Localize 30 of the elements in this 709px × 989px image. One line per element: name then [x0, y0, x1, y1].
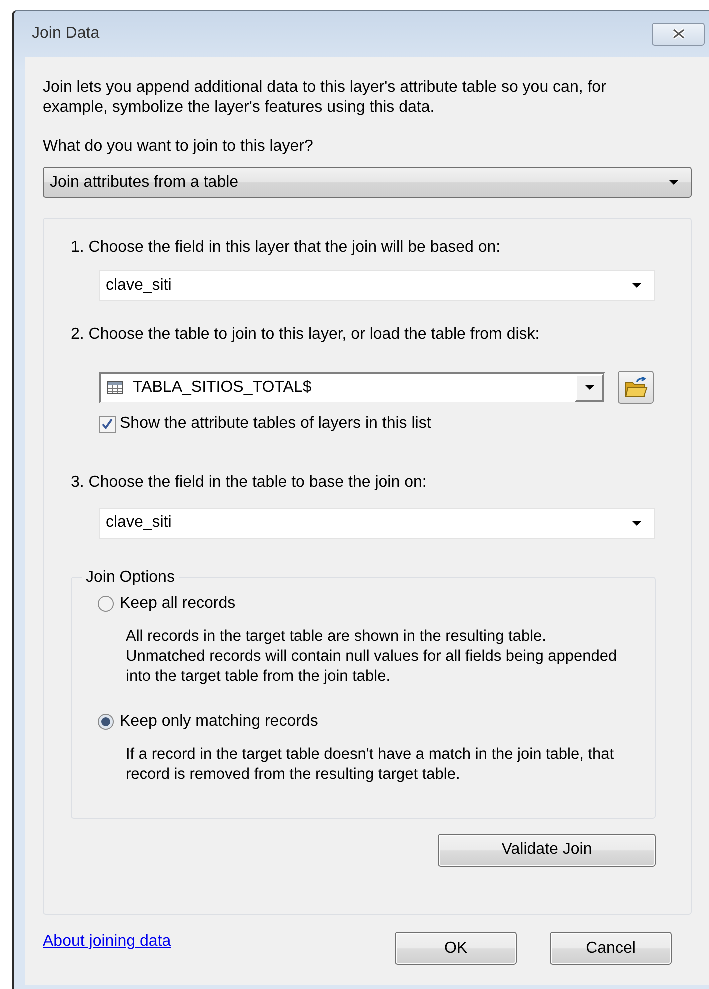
radio-option[interactable]: Keep only matching records	[98, 712, 318, 730]
dropdown[interactable]: clave_siti	[99, 508, 655, 538]
dialog-button[interactable]: OK	[395, 932, 517, 965]
checked-checkbox-icon	[99, 416, 116, 432]
dialog-button[interactable]: Cancel	[550, 932, 672, 965]
dropdown-arrow-icon	[669, 180, 679, 185]
step-label: 3. Choose the field in the table to base the join on:	[71, 474, 428, 492]
option-description: If a record in the target table doesn't have a match in the join table, that record is removed from the resulting target table.	[126, 744, 616, 784]
dropdown-arrow-icon	[584, 385, 594, 390]
validate-join-button[interactable]: Validate Join	[438, 834, 656, 866]
question-label: What do you want to join to this layer?	[43, 138, 314, 156]
folder-icon	[624, 377, 648, 398]
dropdown[interactable]: TABLA_SITIOS_TOTAL$	[99, 372, 606, 404]
help-link[interactable]: About joining data	[43, 933, 172, 951]
step-label: 1. Choose the field in this layer that the join will be based on:	[71, 239, 502, 257]
group-title: Join Options	[85, 568, 176, 586]
table-icon	[107, 381, 123, 394]
step-label: 2. Choose the table to join to this layer, or load the table from disk:	[71, 326, 541, 344]
option-description: All records in the target table are shown in the resulting table. Unmatched records will contain null values for all fields being appended into the target table from the join table.	[126, 626, 618, 686]
dropdown-arrow-icon	[632, 520, 642, 526]
dropdown[interactable]: Join attributes from a table	[43, 167, 692, 198]
open-folder-button[interactable]	[618, 371, 654, 404]
radio-option[interactable]: Keep all records	[98, 594, 236, 612]
window-title: Join Data	[32, 25, 100, 43]
intro-text: Join lets you append additional data to this layer's attribute table so you can, for example, symbolize the layer's features using this data.	[43, 78, 608, 118]
close-button[interactable]	[652, 22, 705, 46]
close-icon	[672, 28, 686, 40]
dropdown-arrow-icon	[632, 283, 642, 288]
attribute-tables-checkbox[interactable]: Show the attribute tables of layers in this list	[99, 415, 432, 433]
dropdown[interactable]: clave_siti	[99, 270, 655, 301]
